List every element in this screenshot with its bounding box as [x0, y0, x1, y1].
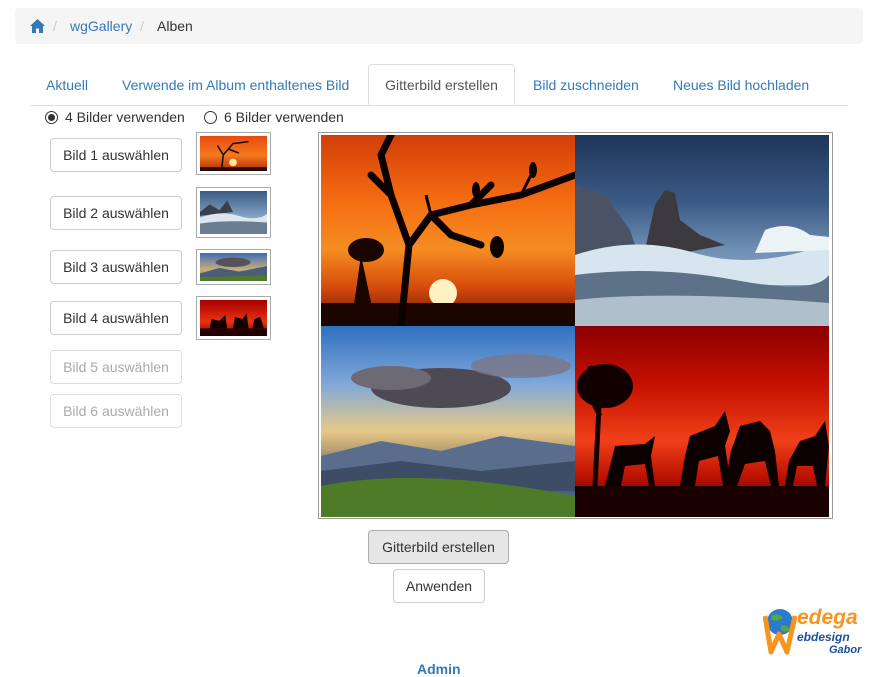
- breadcrumb-separator: /: [140, 18, 144, 34]
- thumbnail-3: [196, 249, 271, 285]
- sunset-tree-image: [200, 140, 267, 171]
- select-image-1-button[interactable]: Bild 1 auswählen: [50, 138, 182, 172]
- tab-bild-zuschneiden[interactable]: Bild zuschneiden: [533, 66, 639, 105]
- wedega-logo-image: edega ebdesign Gabor: [762, 606, 862, 656]
- breadcrumb-separator: /: [53, 18, 57, 34]
- thumbnail-1: [196, 132, 271, 175]
- apply-button[interactable]: Anwenden: [393, 569, 485, 603]
- mountain-sunrays-image: [200, 257, 267, 281]
- horses-sunset-image: [200, 313, 267, 336]
- breadcrumb-link-wggallery[interactable]: wgGallery: [70, 18, 132, 34]
- breadcrumb: / wgGallery / Alben: [15, 8, 863, 44]
- radio-4-bilder-label[interactable]: 4 Bilder verwenden: [65, 109, 185, 125]
- tab-aktuell[interactable]: Aktuell: [46, 66, 88, 105]
- radio-checked-dot: [48, 114, 55, 121]
- grid-image-preview: [318, 132, 833, 519]
- create-grid-button[interactable]: Gitterbild erstellen: [368, 530, 509, 564]
- grid-cell-2: [575, 135, 829, 326]
- tab-album-bild[interactable]: Verwende im Album enthaltenes Bild: [122, 66, 349, 105]
- svg-text:edega: edega: [797, 606, 858, 629]
- thumbnail-4: [196, 296, 271, 340]
- tabs-divider: [30, 105, 848, 106]
- select-image-6-button[interactable]: Bild 6 auswählen: [50, 394, 182, 428]
- ocean-rocks-image: [575, 185, 829, 326]
- breadcrumb-current: Alben: [157, 18, 193, 34]
- horses-sunset-image: [575, 364, 829, 517]
- grid-cell-4: [575, 326, 829, 517]
- radio-4-bilder[interactable]: [45, 111, 58, 124]
- grid-cell-1: [321, 135, 575, 326]
- select-image-4-button[interactable]: Bild 4 auswählen: [50, 301, 182, 335]
- sunset-tree-image: [321, 135, 575, 326]
- mountain-sunrays-image: [321, 354, 575, 517]
- wedega-logo: edega ebdesign Gabor: [762, 604, 863, 656]
- svg-text:ebdesign: ebdesign: [797, 630, 850, 644]
- home-icon[interactable]: [29, 18, 46, 34]
- tab-gitterbild-erstellen[interactable]: Gitterbild erstellen: [368, 64, 515, 105]
- select-image-2-button[interactable]: Bild 2 auswählen: [50, 196, 182, 230]
- grid-cell-3: [321, 326, 575, 517]
- svg-text:Gabor: Gabor: [829, 644, 862, 656]
- footer-admin-link[interactable]: Admin: [417, 661, 461, 677]
- thumbnail-2: [196, 187, 271, 238]
- select-image-3-button[interactable]: Bild 3 auswählen: [50, 250, 182, 284]
- radio-6-bilder[interactable]: [204, 111, 217, 124]
- ocean-rocks-image: [200, 200, 267, 234]
- select-image-5-button[interactable]: Bild 5 auswählen: [50, 350, 182, 384]
- radio-6-bilder-label[interactable]: 6 Bilder verwenden: [224, 109, 344, 125]
- tab-neues-bild-hochladen[interactable]: Neues Bild hochladen: [673, 66, 809, 105]
